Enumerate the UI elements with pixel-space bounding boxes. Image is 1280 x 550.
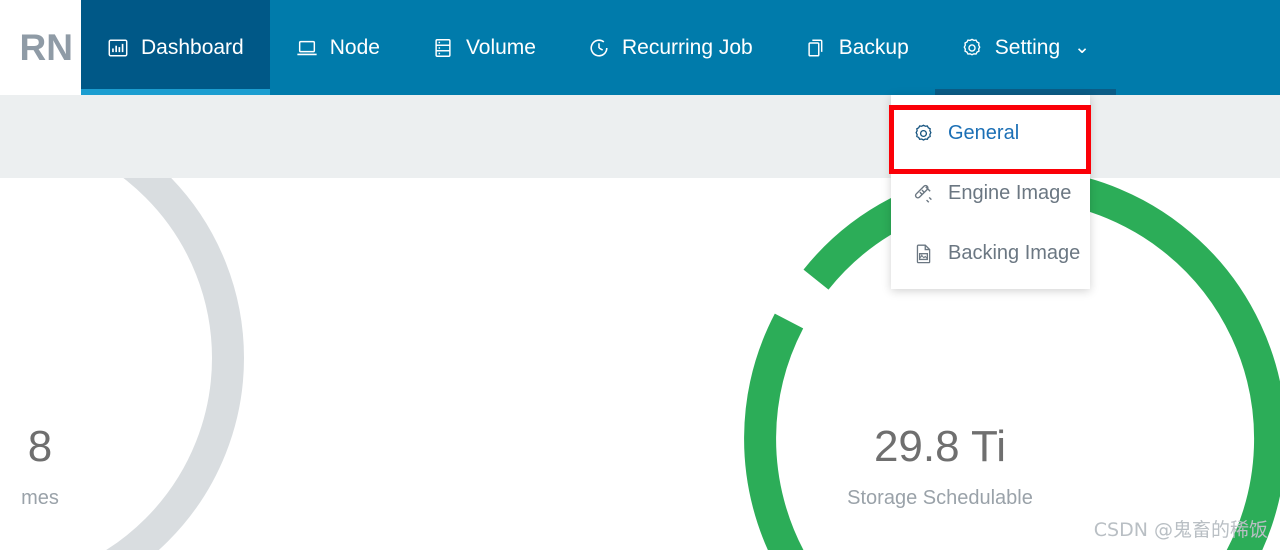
- top-navigation-bar: RN Dashboard Node Volume Recurring Job B…: [0, 0, 1280, 95]
- menu-item-general[interactable]: General: [891, 103, 1090, 163]
- file-image-icon: [913, 243, 934, 264]
- nav-item-node[interactable]: Node: [270, 0, 406, 95]
- nav-item-recurring-job[interactable]: Recurring Job: [562, 0, 779, 95]
- nav-item-setting[interactable]: Setting ⌄: [934, 0, 1117, 95]
- nav-items: Dashboard Node Volume Recurring Job Back…: [81, 0, 1117, 95]
- menu-label-general: General: [948, 121, 1020, 144]
- database-icon: [432, 37, 454, 59]
- bar-chart-icon: [107, 37, 129, 59]
- chevron-down-icon: ⌄: [1074, 37, 1091, 58]
- app-logo-text: RN: [19, 27, 73, 68]
- nav-label-setting: Setting: [994, 36, 1061, 59]
- nav-item-dashboard[interactable]: Dashboard: [81, 0, 270, 95]
- storage-schedulable-labels: 29.8 Ti Storage Schedulable: [740, 422, 1140, 509]
- gear-icon: [961, 37, 983, 59]
- storage-schedulable-value: 29.8 Ti: [873, 422, 1007, 471]
- menu-label-backing-image: Backing Image: [948, 241, 1081, 264]
- laptop-icon: [296, 37, 318, 59]
- longhorn-dashboard-page: 8 mes 29.8 Ti Storage Schedulable RN Das…: [0, 0, 1280, 550]
- nav-label-recurring-job: Recurring Job: [621, 36, 753, 59]
- clock-icon: [588, 37, 610, 59]
- gear-icon: [913, 123, 934, 144]
- volumes-gauge-value: 8: [27, 422, 53, 471]
- copy-icon: [805, 37, 827, 59]
- nav-item-volume[interactable]: Volume: [406, 0, 562, 95]
- nav-label-backup: Backup: [838, 36, 909, 59]
- nav-label-volume: Volume: [465, 36, 536, 59]
- setting-dropdown-menu: General Engine Image Backing Image: [891, 95, 1090, 289]
- storage-schedulable-caption: Storage Schedulable: [847, 487, 1033, 509]
- volumes-gauge-caption: mes: [21, 487, 59, 509]
- menu-item-engine-image[interactable]: Engine Image: [891, 163, 1090, 223]
- menu-item-backing-image[interactable]: Backing Image: [891, 223, 1090, 283]
- plug-link-icon: [913, 183, 934, 204]
- volumes-gauge-labels: 8 mes: [0, 422, 240, 509]
- nav-item-backup[interactable]: Backup: [779, 0, 935, 95]
- app-logo[interactable]: RN: [0, 0, 81, 95]
- menu-label-engine-image: Engine Image: [948, 181, 1072, 204]
- nav-label-dashboard: Dashboard: [141, 36, 244, 59]
- csdn-watermark: CSDN @鬼畜的稀饭: [1093, 519, 1268, 541]
- nav-label-node: Node: [329, 36, 380, 59]
